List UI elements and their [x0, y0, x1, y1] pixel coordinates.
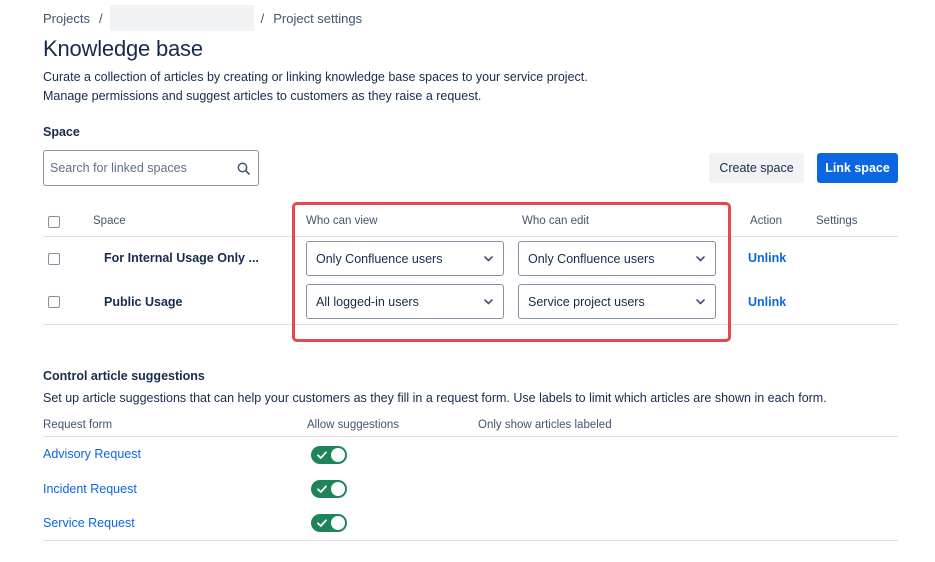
breadcrumb-project-settings[interactable]: Project settings: [273, 11, 362, 26]
chevron-down-icon: [695, 254, 705, 264]
page-description-line: Curate a collection of articles by creat…: [43, 70, 588, 84]
toggle-knob: [331, 516, 345, 530]
toggle-knob: [331, 482, 345, 496]
article-suggestions-title: Control article suggestions: [43, 369, 205, 383]
select-all-checkbox[interactable]: [48, 216, 60, 228]
check-icon: [317, 451, 327, 459]
unlink-button[interactable]: Unlink: [748, 251, 786, 265]
who-can-view-select[interactable]: All logged-in users: [306, 284, 504, 319]
select-value: Only Confluence users: [528, 251, 655, 266]
page-title: Knowledge base: [43, 36, 203, 61]
space-section-label: Space: [43, 125, 80, 139]
create-space-button[interactable]: Create space: [709, 153, 804, 183]
suggestions-header-divider: [43, 436, 898, 437]
who-can-edit-select[interactable]: Only Confluence users: [518, 241, 716, 276]
col-header-settings: Settings: [816, 215, 858, 227]
page-description: Curate a collection of articles by creat…: [43, 68, 743, 106]
request-form-link[interactable]: Incident Request: [43, 482, 137, 496]
chevron-down-icon: [695, 297, 705, 307]
col-header-who-can-view: Who can view: [306, 215, 378, 227]
check-icon: [317, 485, 327, 493]
unlink-button[interactable]: Unlink: [748, 295, 786, 309]
article-suggestions-description: Set up article suggestions that can help…: [43, 391, 827, 405]
space-name: Public Usage: [104, 295, 183, 309]
breadcrumb-separator: /: [260, 10, 265, 26]
col-header-who-can-edit: Who can edit: [522, 215, 590, 227]
allow-suggestions-toggle[interactable]: [311, 480, 347, 498]
chevron-down-icon: [483, 254, 493, 264]
who-can-edit-select[interactable]: Service project users: [518, 284, 716, 319]
page-description-line: Manage permissions and suggest articles …: [43, 89, 482, 103]
chevron-down-icon: [483, 297, 493, 307]
check-icon: [317, 519, 327, 527]
allow-suggestions-toggle[interactable]: [311, 514, 347, 532]
request-form-link[interactable]: Advisory Request: [43, 447, 141, 461]
table-bottom-divider: [43, 324, 898, 325]
row-checkbox[interactable]: [48, 296, 60, 308]
col-header-request-form: Request form: [43, 419, 113, 431]
col-header-article-labels: Only show articles labeled: [478, 419, 612, 431]
col-header-allow-suggestions: Allow suggestions: [307, 419, 400, 431]
select-value: Service project users: [528, 294, 645, 309]
link-space-button[interactable]: Link space: [817, 153, 898, 183]
select-value: All logged-in users: [316, 294, 419, 309]
search-linked-spaces-field: [43, 150, 259, 186]
breadcrumb-separator: /: [98, 10, 103, 26]
row-checkbox[interactable]: [48, 253, 60, 265]
space-name: For Internal Usage Only ...: [104, 251, 259, 265]
search-input[interactable]: [50, 161, 236, 175]
request-form-link[interactable]: Service Request: [43, 516, 135, 530]
breadcrumb: Projects / / Project settings: [43, 5, 362, 31]
suggestions-bottom-divider: [43, 540, 898, 541]
search-icon[interactable]: [236, 161, 250, 175]
toggle-knob: [331, 448, 345, 462]
table-header-divider: [43, 236, 898, 237]
select-value: Only Confluence users: [316, 251, 443, 266]
breadcrumb-project-redacted[interactable]: [109, 5, 254, 31]
breadcrumb-projects[interactable]: Projects: [43, 11, 90, 26]
who-can-view-select[interactable]: Only Confluence users: [306, 241, 504, 276]
allow-suggestions-toggle[interactable]: [311, 446, 347, 464]
col-header-action: Action: [750, 215, 782, 227]
col-header-space: Space: [93, 215, 126, 227]
